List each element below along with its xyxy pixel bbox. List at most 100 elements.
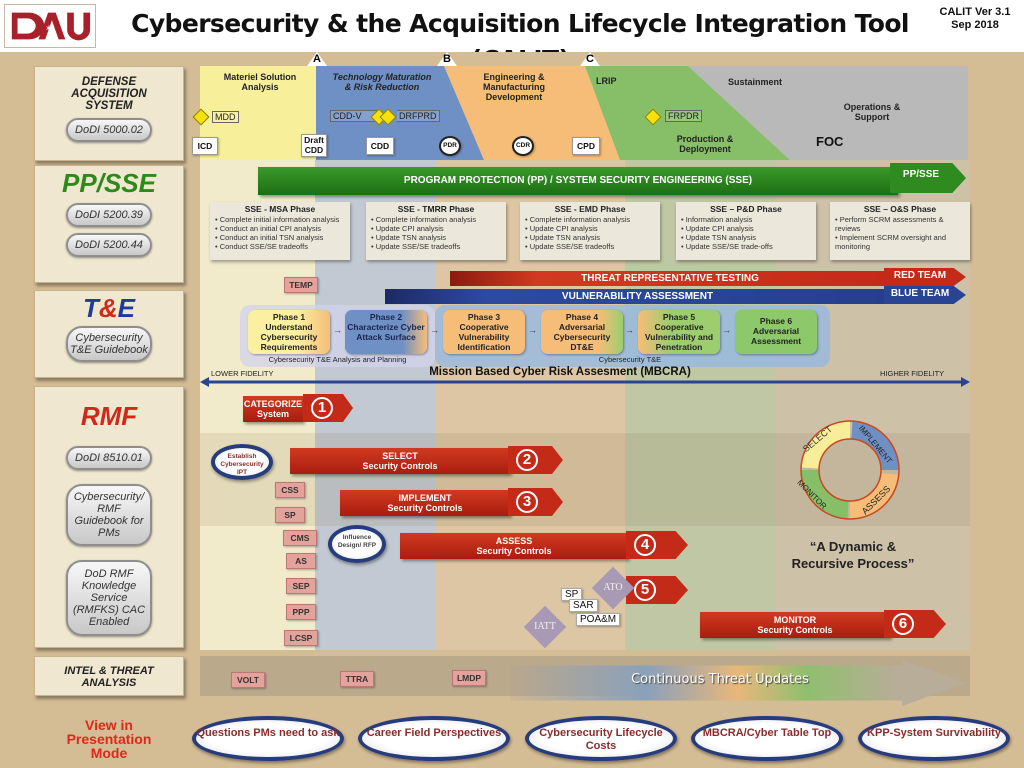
te-phase-num: Phase 5 bbox=[662, 312, 696, 322]
link-questions-pms[interactable]: Questions PMs need to ask bbox=[192, 716, 344, 761]
doc-cdd[interactable]: CDD bbox=[366, 137, 394, 155]
doc-sep[interactable]: SEP bbox=[286, 578, 316, 594]
cybersecurity-te-guidebook-button[interactable]: Cybersecurity T&E Guidebook bbox=[66, 326, 152, 362]
review-pdr[interactable]: PDR bbox=[439, 136, 461, 156]
sse-item: • Update SSE/SE trade-offs bbox=[681, 242, 773, 251]
rmf-title: RMF bbox=[80, 401, 138, 431]
te-phase-2[interactable]: Phase 2 Characterize Cyber Attack Surface bbox=[345, 310, 427, 354]
sse-item: • Update TSN analysis bbox=[525, 233, 601, 242]
doc-lmdp[interactable]: LMDP bbox=[452, 670, 486, 686]
doc-sp[interactable]: SP bbox=[275, 507, 305, 523]
rmf-step-6-badge: 6 bbox=[884, 610, 946, 638]
te-phase-text: Adversarial Cybersecurity DT&E bbox=[553, 322, 611, 352]
presentation-mode-label: View in Presentation Mode bbox=[66, 717, 152, 761]
rmf-step-select[interactable]: SELECT Security Controls bbox=[290, 448, 510, 474]
intel-box: INTEL & THREAT ANALYSIS bbox=[34, 656, 184, 696]
phase-msa: Materiel Solution Analysis bbox=[223, 72, 297, 92]
dodi-5000-02-button[interactable]: DoDI 5000.02 bbox=[66, 118, 152, 142]
sse-item: • Information analysis bbox=[681, 215, 753, 224]
link-mbcra-table-top[interactable]: MBCRA/Cyber Table Top bbox=[691, 716, 843, 761]
sse-msa-box[interactable]: SSE - MSA Phase • Complete initial infor… bbox=[210, 202, 350, 260]
sse-emd-title: SSE - EMD Phase bbox=[554, 204, 626, 214]
link-lifecycle-costs[interactable]: Cybersecurity Lifecycle Costs bbox=[525, 716, 677, 761]
te-phase-4[interactable]: Phase 4 Adversarial Cybersecurity DT&E bbox=[541, 310, 623, 354]
milestone-a[interactable]: A bbox=[307, 53, 327, 65]
doc-cms[interactable]: CMS bbox=[283, 530, 317, 546]
phase-lrip: LRIP bbox=[596, 76, 617, 86]
red-team-tag[interactable]: RED TEAM bbox=[884, 268, 966, 286]
sse-tmrr-box[interactable]: SSE - TMRR Phase • Complete information … bbox=[366, 202, 506, 260]
dodi-5200-44-button[interactable]: DoDI 5200.44 bbox=[66, 233, 152, 257]
te-phase-3[interactable]: Phase 3 Cooperative Vulnerability Identif… bbox=[443, 310, 525, 354]
blue-team-tag[interactable]: BLUE TEAM bbox=[884, 286, 966, 304]
link-career-field[interactable]: Career Field Perspectives bbox=[358, 716, 510, 761]
rmf-step-sub: Security Controls bbox=[757, 625, 833, 635]
rmf-step-title: ASSESS bbox=[495, 536, 533, 546]
doc-poam[interactable]: POA&M bbox=[576, 613, 621, 626]
te-phase-text: Understand Cybersecurity Requirements bbox=[260, 322, 318, 352]
review-cdr[interactable]: CDR bbox=[512, 136, 534, 156]
ato-label: ATO bbox=[603, 582, 623, 593]
dodi-5200-39-button[interactable]: DoDI 5200.39 bbox=[66, 203, 152, 227]
doc-cpd[interactable]: CPD bbox=[572, 137, 600, 155]
rmf-step-sub: System bbox=[256, 409, 290, 419]
rmf-step-monitor[interactable]: MONITOR Security Controls bbox=[700, 612, 890, 638]
te-title-e: E bbox=[117, 293, 135, 323]
sse-item: • Perform SCRM assessments & reviews bbox=[835, 215, 944, 233]
te-phase-num: Phase 6 bbox=[759, 316, 793, 326]
rmf-step-5-badge[interactable]: 5 bbox=[626, 576, 688, 604]
doc-draft-cdd[interactable]: Draft CDD bbox=[301, 134, 327, 157]
rmf-guidebook-button[interactable]: Cybersecurity/ RMF Guidebook for PMs bbox=[66, 484, 152, 546]
fidelity-double-arrow-icon bbox=[200, 377, 970, 387]
arrow-right-icon: → bbox=[430, 325, 439, 335]
te-group-analysis-label: Cybersecurity T&E Analysis and Planning bbox=[268, 355, 407, 364]
version-date: Sep 2018 bbox=[951, 19, 999, 31]
milestone-frpdr[interactable]: FRPDR bbox=[665, 110, 702, 122]
rmf-step-1-badge: 1 bbox=[303, 394, 353, 422]
sse-item: • Conduct an initial CPI analysis bbox=[215, 224, 322, 233]
te-title-t: T bbox=[82, 293, 99, 323]
doc-icd[interactable]: ICD bbox=[192, 137, 218, 155]
phase-ops-support: Operations & Support bbox=[843, 102, 901, 122]
milestone-drfprd[interactable]: DRFPRD bbox=[397, 110, 440, 122]
arrow-right-icon: → bbox=[625, 325, 634, 335]
vulnerability-assessment-bar: VULNERABILITY ASSESSMENT bbox=[385, 289, 890, 304]
doc-ppp[interactable]: PPP bbox=[286, 604, 316, 620]
te-phase-5[interactable]: Phase 5 Cooperative Vulnerability and Pen… bbox=[638, 310, 720, 354]
sse-item: • Conduct an initial TSN analysis bbox=[215, 233, 324, 242]
milestone-c[interactable]: C bbox=[580, 53, 600, 65]
sse-os-box[interactable]: SSE – O&S Phase • Perform SCRM assessmen… bbox=[830, 202, 970, 260]
te-phase-1[interactable]: Phase 1 Understand Cybersecurity Requirem… bbox=[248, 310, 330, 354]
sse-item: • Update SSE/SE tradeoffs bbox=[371, 242, 461, 251]
te-phase-6[interactable]: Phase 6 Adversarial Assessment bbox=[735, 310, 817, 354]
doc-ttra[interactable]: TTRA bbox=[340, 671, 374, 687]
doc-as[interactable]: AS bbox=[286, 553, 316, 569]
milestone-mdd[interactable]: MDD bbox=[212, 111, 239, 123]
rmf-cycle-diagram bbox=[800, 420, 900, 520]
establish-ipt-oval[interactable]: Establish Cybersecurity IPT bbox=[211, 444, 273, 480]
link-kpp-survivability[interactable]: KPP-System Survivability bbox=[858, 716, 1010, 761]
te-phase-text: Characterize Cyber Attack Surface bbox=[347, 322, 425, 342]
doc-css[interactable]: CSS bbox=[275, 482, 305, 498]
sse-pd-title: SSE – P&D Phase bbox=[710, 204, 782, 214]
rmf-step-implement[interactable]: IMPLEMENT Security Controls bbox=[340, 490, 510, 516]
rmfks-button[interactable]: DoD RMF Knowledge Service (RMFKS) CAC En… bbox=[66, 560, 152, 636]
doc-volt[interactable]: VOLT bbox=[231, 672, 265, 688]
doc-lcsp[interactable]: LCSP bbox=[284, 630, 318, 646]
doc-temp[interactable]: TEMP bbox=[284, 277, 318, 293]
sse-item: • Conduct SSE/SE tradeoffs bbox=[215, 242, 308, 251]
rmf-step-title: IMPLEMENT bbox=[398, 493, 452, 503]
influence-design-oval[interactable]: Influence Design/ RFP bbox=[328, 525, 386, 563]
te-box: T&E Cybersecurity T&E Guidebook bbox=[34, 290, 184, 378]
milestone-b[interactable]: B bbox=[437, 53, 457, 65]
ppsse-tag[interactable]: PP/SSE bbox=[890, 163, 966, 193]
rmf-step-categorize[interactable]: CATEGORIZE System bbox=[243, 396, 303, 422]
sse-item: • Update CPI analysis bbox=[525, 224, 598, 233]
das-title-2: ACQUISITION bbox=[71, 88, 147, 100]
doc-sar[interactable]: SAR bbox=[569, 599, 598, 612]
sse-emd-box[interactable]: SSE - EMD Phase • Complete information a… bbox=[520, 202, 660, 260]
rmf-step-assess[interactable]: ASSESS Security Controls bbox=[400, 533, 628, 559]
dodi-8510-01-button[interactable]: DoDI 8510.01 bbox=[66, 446, 152, 470]
phase-tmrr: Technology Maturation & Risk Reduction bbox=[332, 72, 432, 92]
sse-pd-box[interactable]: SSE – P&D Phase • Information analysis •… bbox=[676, 202, 816, 260]
